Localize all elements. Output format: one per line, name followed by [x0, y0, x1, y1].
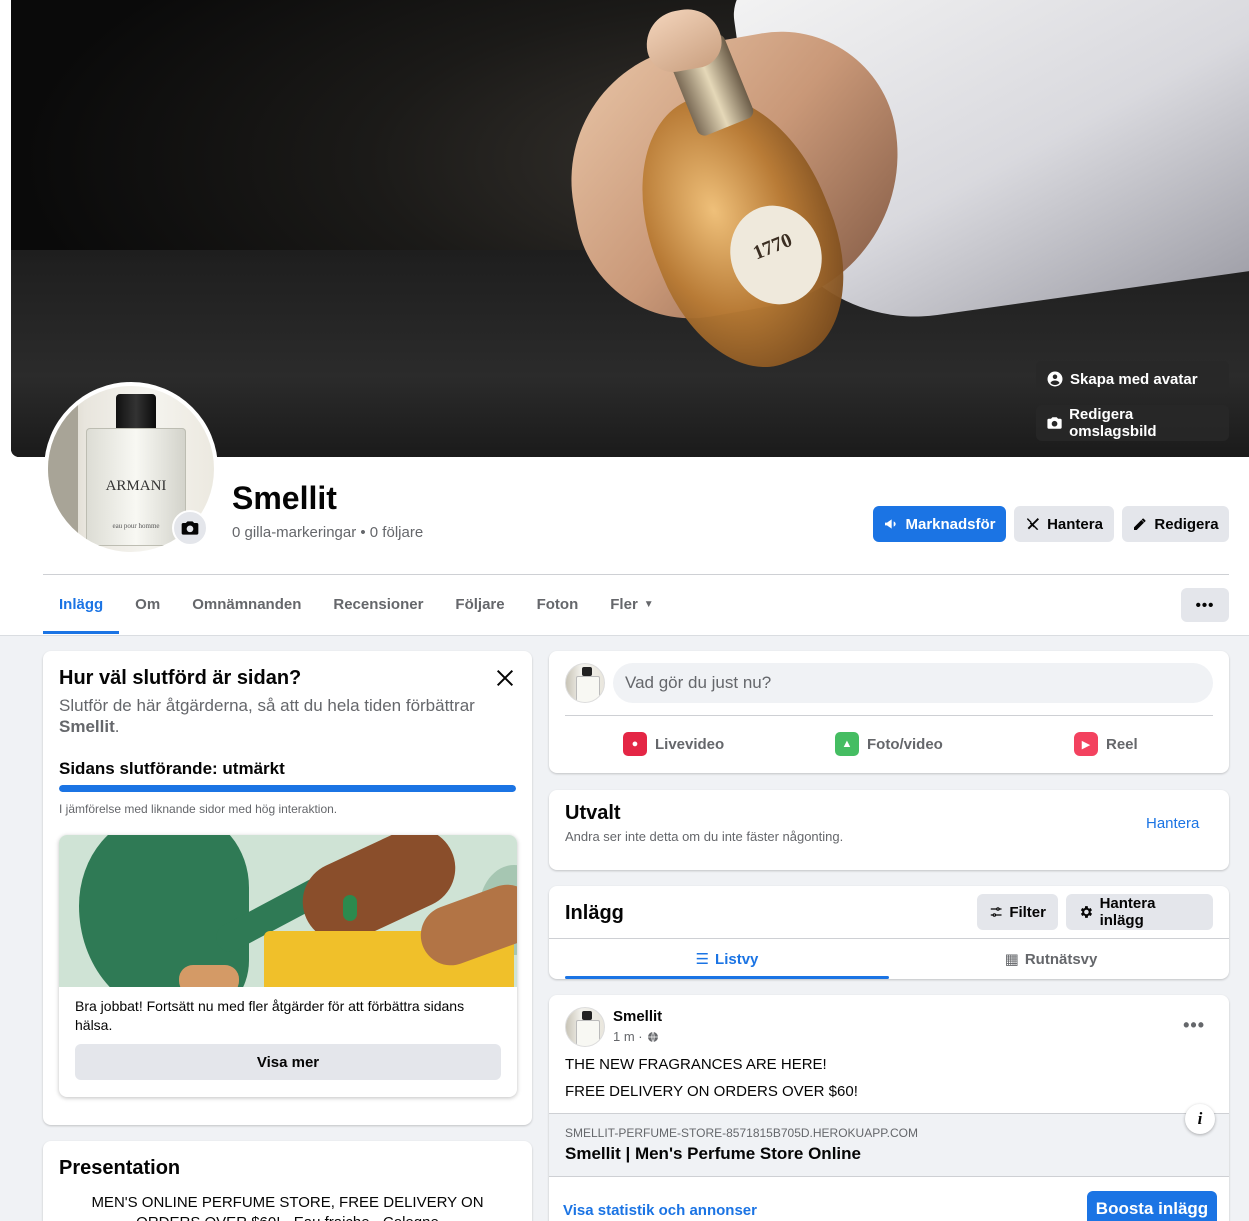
completion-comparison: I jämförelse med liknande sidor med hög …: [59, 802, 338, 816]
pencil-icon: [1134, 518, 1146, 530]
globe-icon: [647, 1031, 658, 1042]
presentation-card: Presentation MEN'S ONLINE PERFUME STORE,…: [43, 1141, 532, 1221]
filter-button[interactable]: Filter: [977, 894, 1058, 930]
create-avatar-button[interactable]: Skapa med avatar: [1036, 361, 1229, 397]
manage-label: Hantera: [1047, 515, 1103, 533]
reel-icon: ▶: [1074, 732, 1098, 756]
boost-post-button[interactable]: Boosta inlägg: [1087, 1191, 1217, 1221]
post-timestamp[interactable]: 1 m ·: [613, 1029, 643, 1044]
manage-button[interactable]: Hantera: [1014, 506, 1114, 542]
presentation-text: MEN'S ONLINE PERFUME STORE, FREE DELIVER…: [91, 1194, 484, 1221]
tab-more[interactable]: Fler ▼: [594, 576, 669, 634]
post-text-line-2: FREE DELIVERY ON ORDERS OVER $60!: [565, 1083, 858, 1100]
promote-button[interactable]: Marknadsför: [873, 506, 1006, 542]
tab-posts[interactable]: Inlägg: [43, 576, 120, 634]
post-card: Smellit 1 m · ••• THE NEW FRAGRANCES ARE…: [549, 995, 1229, 1221]
completion-title: Hur väl slutförd är sidan?: [59, 667, 302, 689]
megaphone-icon: [885, 519, 897, 529]
completion-description: Slutför de här åtgärderna, så att du hel…: [59, 696, 475, 736]
completion-tip-text: Bra jobbat! Fortsätt nu med fler åtgärde…: [75, 998, 465, 1033]
avatar-brand-text: ARMANI: [105, 478, 167, 494]
edit-cover-label: Redigera omslagsbild: [1069, 406, 1157, 440]
post-options-button[interactable]: •••: [1183, 1015, 1205, 1036]
page-completion-card: Hur väl slutförd är sidan? Slutför de hä…: [43, 651, 532, 1125]
page-stats[interactable]: 0 gilla-markeringar • 0 följare: [232, 524, 423, 541]
featured-title: Utvalt: [565, 802, 621, 824]
tools-icon: [1027, 518, 1040, 530]
post-composer: Vad gör du just nu? ● Livevideo ▲ Foto/v…: [549, 651, 1229, 773]
posts-header-card: Inlägg Filter Hantera inlägg ☰ Listvy ▦ …: [549, 886, 1229, 979]
completion-tip-card: Bra jobbat! Fortsätt nu med fler åtgärde…: [59, 835, 517, 1097]
gear-icon: [1080, 906, 1093, 918]
live-video-button[interactable]: ● Livevideo: [623, 729, 724, 759]
post-author-avatar[interactable]: [565, 1007, 605, 1047]
post-text-line-1: THE NEW FRAGRANCES ARE HERE!: [565, 1056, 827, 1073]
edit-cover-button[interactable]: Redigera omslagsbild: [1036, 405, 1229, 441]
grid-icon: ▦: [1004, 951, 1019, 968]
featured-card: Utvalt Andra ser inte detta om du inte f…: [549, 790, 1229, 870]
reel-button[interactable]: ▶ Reel: [1074, 729, 1138, 759]
tab-followers[interactable]: Följare: [439, 576, 520, 634]
header-divider: [43, 574, 1229, 575]
composer-divider: [565, 715, 1213, 716]
post-meta: 1 m ·: [613, 1029, 659, 1044]
close-icon[interactable]: [494, 667, 516, 689]
see-more-button[interactable]: Visa mer: [75, 1044, 501, 1080]
page-tabs: Inlägg Om Omnämnanden Recensioner Följar…: [43, 576, 670, 634]
composer-avatar[interactable]: [565, 663, 605, 703]
tab-reviews[interactable]: Recensioner: [317, 576, 439, 634]
tab-grid-view[interactable]: ▦ Rutnätsvy: [889, 939, 1213, 979]
posts-title: Inlägg: [565, 902, 624, 924]
promote-label: Marknadsför: [905, 515, 996, 533]
featured-subtitle: Andra ser inte detta om du inte fäster n…: [565, 829, 844, 844]
sliders-icon: [990, 907, 1002, 917]
avatar-icon: [1047, 371, 1063, 387]
presentation-title: Presentation: [59, 1157, 181, 1179]
update-avatar-button[interactable]: [172, 510, 208, 546]
camera-icon: [1047, 417, 1062, 429]
view-insights-link[interactable]: Visa statistik och annonser: [563, 1202, 757, 1219]
avatar-sub-text: eau pour homme: [112, 522, 160, 530]
camera-icon: [181, 521, 199, 535]
info-icon[interactable]: i: [1185, 1104, 1215, 1134]
link-title: Smellit | Men's Perfume Store Online: [565, 1144, 861, 1163]
page-title: Smellit: [232, 480, 337, 516]
video-camera-icon: ●: [623, 732, 647, 756]
post-author-name[interactable]: Smellit: [613, 1008, 662, 1025]
create-avatar-label: Skapa med avatar: [1070, 370, 1198, 388]
link-domain: SMELLIT-PERFUME-STORE-8571815B705D.HEROK…: [565, 1126, 919, 1140]
photo-video-button[interactable]: ▲ Foto/video: [835, 729, 943, 759]
composer-input[interactable]: Vad gör du just nu?: [613, 663, 1213, 703]
more-options-button[interactable]: •••: [1181, 588, 1229, 622]
tab-about[interactable]: Om: [119, 576, 176, 634]
edit-button[interactable]: Redigera: [1122, 506, 1229, 542]
list-icon: ☰: [695, 951, 710, 968]
caret-down-icon: ▼: [643, 599, 654, 610]
photo-icon: ▲: [835, 732, 859, 756]
featured-manage-link[interactable]: Hantera: [1146, 815, 1199, 832]
tab-list-view[interactable]: ☰ Listvy: [565, 939, 889, 979]
completion-status: Sidans slutförande: utmärkt: [59, 759, 285, 778]
link-preview[interactable]: SMELLIT-PERFUME-STORE-8571815B705D.HEROK…: [549, 1113, 1229, 1177]
completion-progress-bar: [59, 785, 516, 792]
edit-label: Redigera: [1154, 515, 1219, 533]
gardening-illustration: [59, 835, 517, 987]
manage-posts-button[interactable]: Hantera inlägg: [1066, 894, 1213, 930]
tab-mentions[interactable]: Omnämnanden: [176, 576, 317, 634]
tab-photos[interactable]: Foton: [521, 576, 595, 634]
